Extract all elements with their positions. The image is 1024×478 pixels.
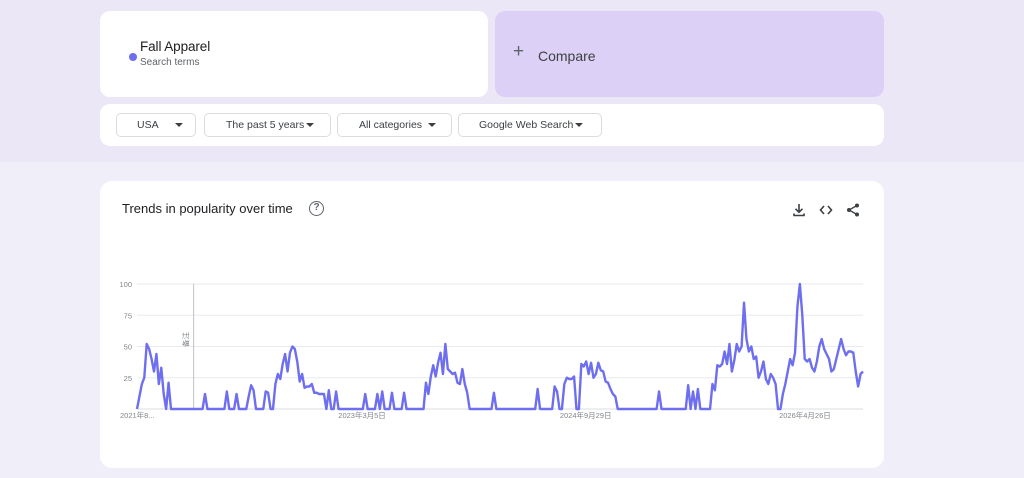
x-tick-label: 2023年3月5日 [338, 410, 386, 420]
chevron-down-icon [575, 123, 583, 127]
annotation-label[interactable]: 备注 [181, 332, 191, 347]
compare-button[interactable]: + Compare [495, 11, 884, 97]
search-type-dropdown[interactable]: Google Web Search [458, 113, 602, 137]
compare-label: Compare [538, 48, 596, 64]
y-tick-label: 50 [124, 343, 132, 352]
search-type-label: Google Web Search [479, 119, 574, 131]
time-range-label: The past 5 years [226, 119, 305, 131]
trends-chart-card: Trends in popularity over time ? 100 75 50… [100, 181, 884, 468]
category-dropdown[interactable]: All categories [337, 113, 452, 137]
x-axis-ticks: 2021年8... 2023年3月5日 2024年9月29日 2026年4月26日 [120, 410, 831, 420]
filter-bar: USA The past 5 years All categories Goog… [100, 104, 884, 146]
x-tick-label: 2021年8... [120, 410, 155, 420]
y-tick-label: 75 [124, 311, 132, 320]
region-dropdown[interactable]: USA [116, 113, 196, 137]
region-label: USA [137, 119, 159, 131]
x-tick-label: 2026年4月26日 [779, 410, 831, 420]
time-range-dropdown[interactable]: The past 5 years [204, 113, 331, 137]
plus-icon: + [513, 41, 525, 62]
trend-line-chart: 100755025 2021年8... 2023年3月5日 2024年9月29日 20… [119, 280, 864, 420]
y-axis-ticks: 100 75 50 25 [119, 280, 132, 383]
x-tick-label: 2024年9月29日 [560, 410, 612, 420]
search-term-name[interactable]: Fall Apparel [140, 39, 210, 54]
term-color-dot [129, 53, 137, 61]
y-tick-label: 25 [124, 374, 132, 383]
chevron-down-icon [428, 123, 436, 127]
search-term-subtitle: Search terms [140, 57, 200, 68]
search-term-card[interactable]: Fall Apparel Search terms [100, 11, 488, 97]
chart-gridlines [137, 283, 863, 410]
category-label: All categories [359, 119, 423, 131]
chevron-down-icon [175, 123, 183, 127]
y-tick-label: 100 [119, 280, 132, 289]
chevron-down-icon [306, 123, 314, 127]
